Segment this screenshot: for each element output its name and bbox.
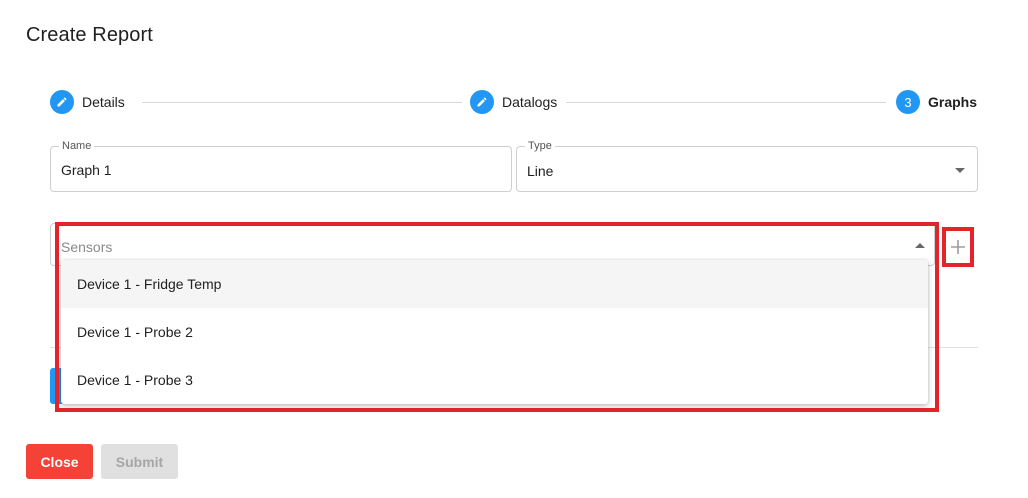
name-input-value: Graph 1: [61, 162, 112, 178]
type-select-value: Line: [527, 163, 554, 179]
type-field-legend: Type: [525, 140, 555, 152]
pencil-icon: [470, 90, 494, 114]
step-label-details: Details: [82, 94, 125, 110]
step-label-datalogs: Datalogs: [502, 94, 558, 110]
step-number-badge: 3: [896, 90, 920, 114]
type-select[interactable]: Type Line: [516, 140, 978, 192]
add-sensor-button[interactable]: [946, 231, 970, 263]
dialog-title: Create Report: [26, 24, 153, 46]
step-graphs[interactable]: 3 Graphs: [896, 90, 977, 114]
pencil-icon: [50, 90, 74, 114]
step-label-graphs: Graphs: [928, 94, 978, 110]
name-field-legend: Name: [59, 140, 95, 152]
highlight-box: [55, 222, 939, 412]
chevron-down-icon: [955, 168, 965, 173]
name-field[interactable]: Name Graph 1: [50, 140, 512, 192]
step-connector: [566, 102, 886, 103]
stepper: Details Datalogs 3 Graphs: [50, 90, 980, 114]
submit-button[interactable]: Submit: [101, 444, 178, 479]
plus-icon: [951, 240, 965, 254]
step-datalogs[interactable]: Datalogs: [470, 90, 557, 114]
step-details[interactable]: Details: [50, 90, 125, 114]
step-connector: [142, 102, 462, 103]
close-button[interactable]: Close: [26, 444, 93, 479]
